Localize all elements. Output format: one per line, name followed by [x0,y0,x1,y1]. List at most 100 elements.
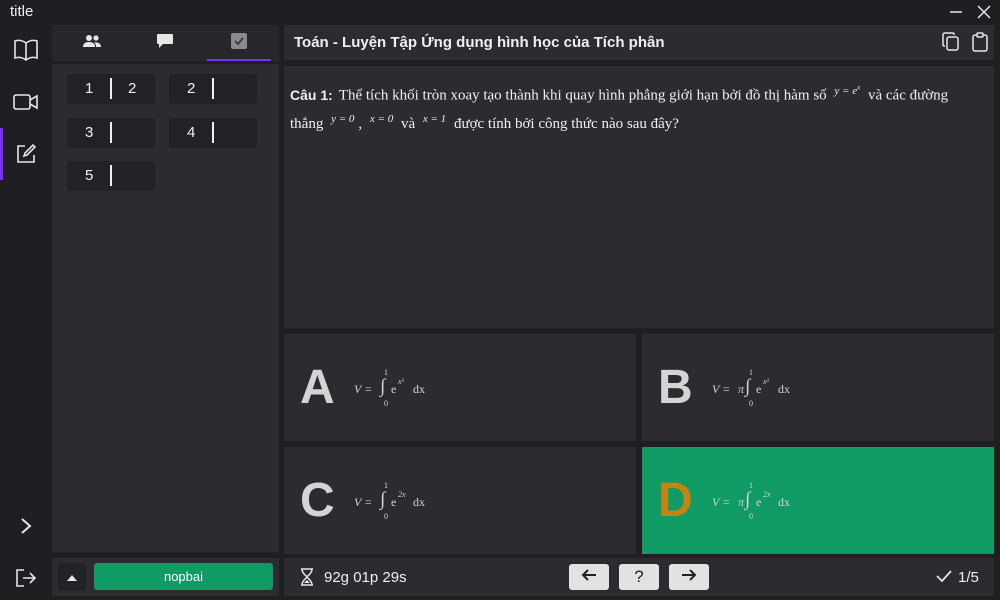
app-title: title [10,3,34,20]
integral-lower: 0 [384,399,388,408]
formula-base: e [756,382,762,396]
hourglass-icon [300,568,314,586]
option-letter: B [658,361,693,414]
formula-exponent: x² [763,377,769,386]
integral-lower: 0 [749,512,753,521]
answer-box-3[interactable]: 3 [67,118,155,148]
check-icon [936,569,952,586]
answer-number: 5 [85,167,94,184]
chevron-right-icon[interactable] [0,500,52,552]
formula-lhs: V = [354,495,373,509]
answer-divider [110,78,112,99]
progress-text: 1/5 [958,569,979,586]
formula-pi: π [738,495,745,509]
math-expression: y = 0 [331,112,355,125]
checkbox-icon [231,32,247,54]
integral-lower: 0 [749,399,753,408]
option-b[interactable]: B V = π ∫ 1 0 e x² dx [642,334,994,441]
formula-dx: dx [413,382,425,396]
help-button[interactable]: ? [619,564,659,590]
answer-divider [212,78,214,99]
submit-button[interactable]: nopbai [94,563,273,590]
integral-lower: 0 [384,512,388,521]
chat-icon [156,33,174,54]
tab-answers[interactable] [203,25,275,61]
exam-header: Toán - Luyện Tập Ứng dụng hình học của T… [284,25,994,60]
formula-exponent: 2x [398,490,406,499]
integral-upper: 1 [384,481,388,490]
arrow-left-icon [581,567,597,587]
formula-exponent: 2x [763,490,771,499]
answer-box-2[interactable]: 2 [169,74,257,104]
tab-chat[interactable] [129,25,201,61]
option-formula: V = ∫ 1 0 e 2x dx [354,481,474,523]
left-footer: nopbai [52,558,279,596]
formula-pi: π [738,382,745,396]
answer-box-5[interactable]: 5 [67,161,155,191]
answer-box-1[interactable]: 1 2 [67,74,155,104]
integral-sign: ∫ [380,489,386,510]
option-c[interactable]: C V = ∫ 1 0 e 2x dx [284,447,636,554]
copy-icon[interactable] [941,32,961,52]
question-text: Câu 1: Thể tích khối tròn xoay tạo thành … [290,76,980,136]
caret-up-icon [67,568,77,586]
formula-dx: dx [413,495,425,509]
math-expression: x = 1 [422,112,447,125]
formula-lhs: V = [712,495,731,509]
question-text-part: Thể tích khối tròn xoay tạo thành khi qu… [338,87,827,104]
math-expression: y = ex [834,83,861,97]
video-icon[interactable] [0,76,52,128]
nav-rail [0,24,52,600]
clipboard-icon[interactable] [970,32,990,52]
formula-dx: dx [778,382,790,396]
timer: 92g 01p 29s [324,569,407,586]
formula-exponent: x² [398,377,404,386]
answer-number: 2 [187,80,196,97]
tab-participants[interactable] [56,25,128,61]
book-icon[interactable] [0,24,52,76]
integral-sign: ∫ [745,376,751,397]
answer-value: 2 [128,80,137,97]
question-text-part: và [400,115,416,132]
progress-indicator: 1/5 [936,569,979,586]
question-panel: Câu 1: Thể tích khối tròn xoay tạo thành … [284,66,994,328]
answer-divider [110,122,112,143]
formula-lhs: V = [354,382,373,396]
integral-upper: 1 [384,368,388,377]
option-a[interactable]: A V = ∫ 1 0 e x² dx [284,334,636,441]
answer-divider [212,122,214,143]
people-icon [82,34,102,53]
integral-upper: 1 [749,368,753,377]
option-formula: V = π ∫ 1 0 e x² dx [712,368,832,410]
close-icon[interactable] [975,3,993,21]
formula-lhs: V = [712,382,731,396]
formula-dx: dx [778,495,790,509]
option-letter: C [300,474,335,527]
math-expression: x = 0 [369,112,394,125]
left-panel: 1 2 2 3 4 5 [52,25,279,552]
logout-icon[interactable] [0,552,52,600]
edit-icon[interactable] [0,128,52,180]
formula-base: e [391,495,397,509]
next-button[interactable] [669,564,709,590]
option-letter: A [300,361,335,414]
question-text-part: được tính bởi công thức nào sau đây? [453,115,679,132]
integral-sign: ∫ [745,489,751,510]
arrow-right-icon [681,567,697,587]
integral-upper: 1 [749,481,753,490]
question-text-part: , [358,115,363,132]
formula-base: e [756,495,762,509]
title-bar: title [0,0,1000,24]
scroll-up-button[interactable] [58,563,86,591]
minimize-icon[interactable] [947,3,965,21]
page-title: Toán - Luyện Tập Ứng dụng hình học của T… [294,34,665,51]
answer-number: 1 [85,80,94,97]
question-label: Câu 1: [290,86,333,103]
answer-box-4[interactable]: 4 [169,118,257,148]
prev-button[interactable] [569,564,609,590]
option-letter: D [658,474,693,527]
exam-footer: 92g 01p 29s ? 1/5 [284,558,994,596]
formula-base: e [391,382,397,396]
panel-tabs [52,25,279,61]
option-d[interactable]: D V = π ∫ 1 0 e 2x dx [642,447,994,554]
